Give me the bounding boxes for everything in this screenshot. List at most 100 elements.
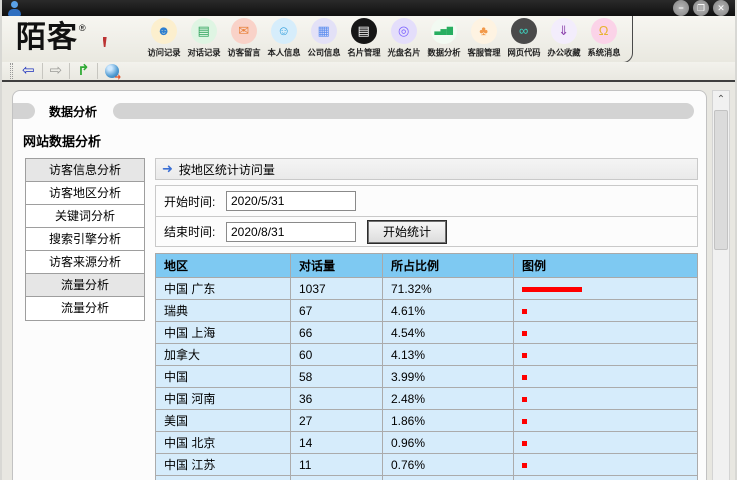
disc-card-icon: ◎ [391,18,417,44]
table-row[interactable]: 中国 广东103771.32% [156,278,698,300]
region-statistics-table: 地区对话量所占比例图例 中国 广东103771.32%瑞典674.61%中国 上… [155,253,698,480]
table-cell: 3.99% [383,366,514,388]
table-row[interactable]: 中国 河南362.48% [156,388,698,410]
scrollbar-thumb[interactable] [714,110,728,250]
sidebar-item-1[interactable]: 访客信息分析 [26,159,144,182]
minimize-button[interactable]: − [673,0,689,16]
table-cell: 中国 浙江 [156,476,291,480]
table-cell: 中国 江苏 [156,454,291,476]
legend-cell [514,322,698,344]
refresh-globe-icon[interactable] [105,64,119,78]
toolbar-item-label: 客服管理 [467,46,500,58]
toolbar-item-label: 系统消息 [587,46,620,58]
legend-bar [522,309,527,314]
tab-data-analysis[interactable]: 数据分析 [49,103,97,120]
column-header: 对话量 [291,254,383,278]
table-cell: 67 [291,300,383,322]
table-cell: 1037 [291,278,383,300]
analysis-sidebar: 访客信息分析访客地区分析关键词分析搜索引擎分析访客来源分析流量分析流量分析 [25,158,145,321]
table-row[interactable]: 瑞典674.61% [156,300,698,322]
toolbar-item-label: 访问记录 [147,46,180,58]
table-cell: 4.54% [383,322,514,344]
web-code-icon: ∞ [511,18,537,44]
sidebar-item-4[interactable]: 搜索引擎分析 [26,228,144,251]
registered-mark: ® [79,23,86,33]
table-cell: 11 [291,454,383,476]
toolbar-item-label: 本人信息 [267,46,300,58]
table-row[interactable]: 加拿大604.13% [156,344,698,366]
end-time-input[interactable] [226,222,356,242]
logo-text: 陌客 [16,21,78,55]
visit-log-icon: ☻ [151,18,177,44]
toolbar-item-6[interactable]: ▤名片管理 [345,18,383,59]
table-row[interactable]: 中国 北京140.96% [156,432,698,454]
toolbar-item-8[interactable]: ▃▅▇ 数据分析 [425,18,463,59]
start-time-label: 开始时间: [164,193,226,210]
divider [69,63,70,79]
maximize-button[interactable]: ❐ [693,0,709,16]
legend-bar [522,397,527,402]
go-button[interactable]: ↱ [72,62,95,80]
toolbar-item-12[interactable]: Ω 系统消息 [585,18,623,59]
close-button[interactable]: ✕ [713,0,729,16]
service-manage-icon: ♣ [471,18,497,44]
toolbar-item-9[interactable]: ♣ 客服管理 [465,18,503,59]
toolbar-item-2[interactable]: ▤ 对话记录 [185,18,223,59]
toolbar-item-label: 名片管理 [347,46,380,58]
table-row[interactable]: 中国 江苏110.76% [156,454,698,476]
tab-strip-filler [113,103,694,119]
toolbar-item-4[interactable]: ☺本人信息 [265,18,303,59]
divider [97,63,98,79]
start-statistics-button[interactable]: 开始统计 [368,221,446,243]
table-cell: 71.32% [383,278,514,300]
table-row[interactable]: 中国 上海664.54% [156,322,698,344]
sidebar-item-2[interactable]: 访客地区分析 [26,182,144,205]
data-analysis-icon: ▃▅▇ [431,18,457,44]
table-cell: 4.61% [383,300,514,322]
table-row[interactable]: 美国271.86% [156,410,698,432]
legend-cell [514,388,698,410]
table-cell: 加拿大 [156,344,291,366]
legend-bar [522,419,527,424]
legend-cell [514,366,698,388]
table-cell: 中国 [156,366,291,388]
toolbar-item-3[interactable]: ✉访客留言 [225,18,263,59]
vertical-scrollbar[interactable]: ⌃ ⌄ [712,90,730,480]
chat-log-icon: ▤ [191,18,217,44]
legend-bar [522,353,527,358]
table-cell: 0.69% [383,476,514,480]
toolbar-item-label: 对话记录 [187,46,220,58]
sidebar-item-7[interactable]: 流量分析 [26,297,144,320]
brand-toolbar-band: 陌客 ® ☻ 访问记录 ▤ 对话记录 ✉访客留言☺本人信息▦公司信息▤名片管理 ◎ 光盘名片… [2,16,735,62]
back-button[interactable]: ⇦ [17,62,40,80]
scrollbar-track[interactable] [713,108,729,477]
table-row[interactable]: 中国 浙江100.69% [156,476,698,480]
start-time-input[interactable] [226,191,356,211]
tab-strip-left-blob [13,103,35,119]
toolbar-item-7[interactable]: ◎ 光盘名片 [385,18,423,59]
toolbar-item-label: 光盘名片 [387,46,420,58]
toolbar-item-label: 访客留言 [227,46,260,58]
legend-cell [514,410,698,432]
toolbar-item-1[interactable]: ☻ 访问记录 [145,18,183,59]
system-message-icon: Ω [591,18,617,44]
panel-title: 按地区统计访问量 [179,161,275,178]
sidebar-item-5[interactable]: 访客来源分析 [26,251,144,274]
nav-toolbar: ⇦ ⇨ ↱ [2,62,735,82]
sidebar-item-6[interactable]: 流量分析 [26,274,144,297]
toolbar-item-11[interactable]: ⇓办公收藏 [545,18,583,59]
scroll-up-button[interactable]: ⌃ [713,91,729,108]
toolbar-item-10[interactable]: ∞网页代码 [505,18,543,59]
forward-button[interactable]: ⇨ [45,62,68,80]
table-cell: 36 [291,388,383,410]
sidebar-item-3[interactable]: 关键词分析 [26,205,144,228]
legend-bar [522,375,527,380]
toolbar-grip[interactable] [10,63,13,79]
legend-cell [514,432,698,454]
table-cell: 2.48% [383,388,514,410]
legend-cell [514,300,698,322]
legend-cell [514,454,698,476]
toolbar-item-label: 数据分析 [427,46,460,58]
toolbar-item-5[interactable]: ▦公司信息 [305,18,343,59]
table-row[interactable]: 中国583.99% [156,366,698,388]
